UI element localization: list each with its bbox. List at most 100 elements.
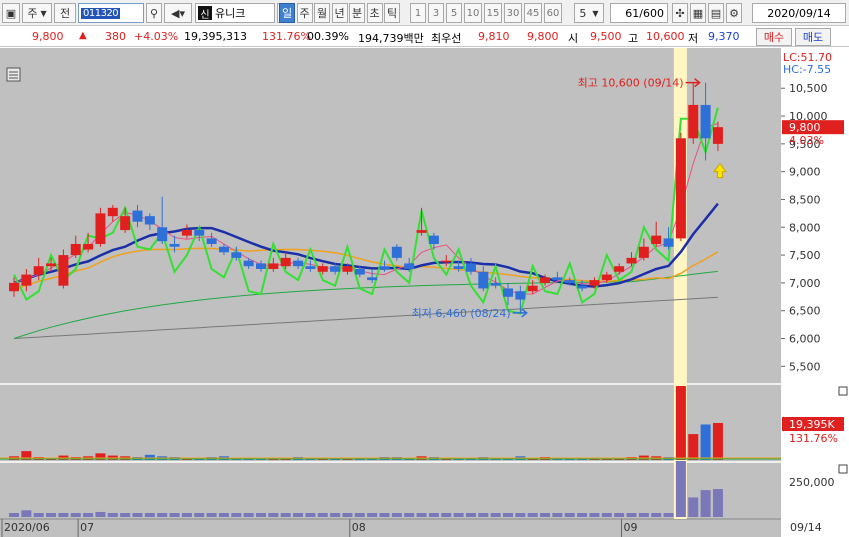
candle-body <box>552 277 563 281</box>
interval-button-15[interactable]: 15 <box>484 3 502 23</box>
candle-body <box>651 235 662 244</box>
stock-chart[interactable]: 10,50010,0009,5009,0008,5008,0007,5007,0… <box>0 48 849 537</box>
candle-body <box>107 207 118 217</box>
volume-bar-2 <box>194 513 205 517</box>
candle-body <box>144 216 155 225</box>
open-label: 시 <box>568 32 579 45</box>
crosshair-icon[interactable]: ✣ <box>672 3 688 23</box>
interval-button-5[interactable]: 5 <box>446 3 462 23</box>
credit-tag: 신 <box>198 6 212 21</box>
candle-body <box>428 235 439 244</box>
candle-body <box>70 243 81 256</box>
candle-body <box>453 266 464 269</box>
volume-bar-2 <box>144 513 155 517</box>
date-input[interactable]: 2020/09/14 <box>752 3 846 23</box>
trade-volume: 19,395,313 <box>184 30 247 43</box>
volume-bar-2 <box>46 513 57 517</box>
save-icon[interactable]: ▤ <box>708 3 724 23</box>
volume-bar-2 <box>342 513 353 517</box>
candle-body <box>132 210 143 222</box>
best-bid: 9,800 <box>527 30 559 43</box>
volume-bar-2 <box>478 513 489 517</box>
interval-button-1[interactable]: 1 <box>410 3 426 23</box>
page-count-input[interactable]: 61/600 <box>610 3 668 23</box>
candle-body <box>663 238 674 247</box>
interval-button-10[interactable]: 10 <box>464 3 482 23</box>
open-price: 9,500 <box>590 30 622 43</box>
volume-bar-2 <box>280 513 291 517</box>
sound-icon[interactable]: ◀▾ <box>164 3 192 23</box>
interval-button-30[interactable]: 30 <box>504 3 522 23</box>
candle-body <box>367 277 378 281</box>
volume-bar-2 <box>404 513 415 517</box>
stock-code-input[interactable]: 011320 <box>78 3 144 23</box>
volume-bar-2 <box>626 513 637 517</box>
candle-body <box>95 213 106 244</box>
stock-name-box[interactable]: 신 유니크 <box>195 3 275 23</box>
sell-button[interactable]: 매도 <box>795 28 831 46</box>
volume-bar-2 <box>70 513 81 517</box>
candle-body <box>231 252 242 258</box>
candle-body <box>441 260 452 263</box>
layout-icon[interactable]: ▣ <box>2 3 20 23</box>
volume-bar-2 <box>540 513 551 517</box>
candle-body <box>83 243 94 250</box>
candle-body <box>21 274 32 286</box>
interval-select[interactable]: 5 ▼ <box>574 3 604 23</box>
grid-icon[interactable]: ▦ <box>690 3 706 23</box>
stock-name: 유니크 <box>215 7 246 20</box>
candle-body <box>157 227 168 242</box>
volume-bar-2 <box>490 513 501 517</box>
period-button-3[interactable]: 년 <box>331 3 348 23</box>
interval-button-3[interactable]: 3 <box>428 3 444 23</box>
candle-body <box>58 255 69 286</box>
best-ask: 9,810 <box>478 30 510 43</box>
volume-bar-2 <box>651 513 662 517</box>
period-button-5[interactable]: 초 <box>366 3 383 23</box>
market-select[interactable]: 주 ▼ <box>22 3 52 23</box>
volume-bar-2 <box>663 513 674 517</box>
chart-menu-icon[interactable] <box>6 67 21 82</box>
price-tick-label: 6,000 <box>789 333 821 346</box>
period-button-1[interactable]: 주 <box>296 3 313 23</box>
volume-bar-2 <box>58 513 69 517</box>
volume-pct-tag: 131.76% <box>789 432 838 445</box>
volume-bar-2 <box>453 513 464 517</box>
price-tick-label: 7,000 <box>789 277 821 290</box>
period-button-4[interactable]: 분 <box>349 3 365 23</box>
price-tag: 9,800 <box>789 121 821 134</box>
volume-bar-2 <box>367 513 378 517</box>
period-button-6[interactable]: 틱 <box>384 3 400 23</box>
price-change-pct: +4.03% <box>134 30 179 43</box>
interval-button-45[interactable]: 45 <box>524 3 542 23</box>
period-button-0[interactable]: 일 <box>279 3 295 23</box>
candle-body <box>527 285 538 292</box>
candle-body <box>354 268 365 275</box>
panel-close-icon <box>838 464 848 474</box>
candle-body <box>404 263 415 269</box>
volume-bar-2 <box>515 513 526 517</box>
volume-axis-label: 250,000 <box>789 476 835 489</box>
candle-body <box>268 263 279 269</box>
volume-bar-2 <box>441 513 452 517</box>
candle-body <box>601 274 612 281</box>
interval-button-60[interactable]: 60 <box>544 3 562 23</box>
period-button-2[interactable]: 월 <box>314 3 330 23</box>
price-tick-label: 8,500 <box>789 193 821 206</box>
candle-body <box>638 246 649 258</box>
candle-body <box>478 271 489 289</box>
search-icon[interactable]: ⚲ <box>146 3 162 23</box>
volume-bar-2 <box>9 513 19 517</box>
gear-icon[interactable]: ⚙ <box>726 3 742 23</box>
view-button[interactable]: 전 <box>54 3 76 23</box>
market-label: 주 <box>27 7 38 20</box>
buy-button[interactable]: 매수 <box>756 28 792 46</box>
trade-amount: 194,739백만 <box>358 32 424 45</box>
stock-code-value: 011320 <box>81 7 121 19</box>
candle-body <box>181 230 192 236</box>
price-tick-label: 7,500 <box>789 249 821 262</box>
volume-bar-2 <box>614 513 625 517</box>
candle-body <box>700 104 711 139</box>
price-change: 380 <box>105 30 126 43</box>
volume-bar-2 <box>132 513 143 517</box>
